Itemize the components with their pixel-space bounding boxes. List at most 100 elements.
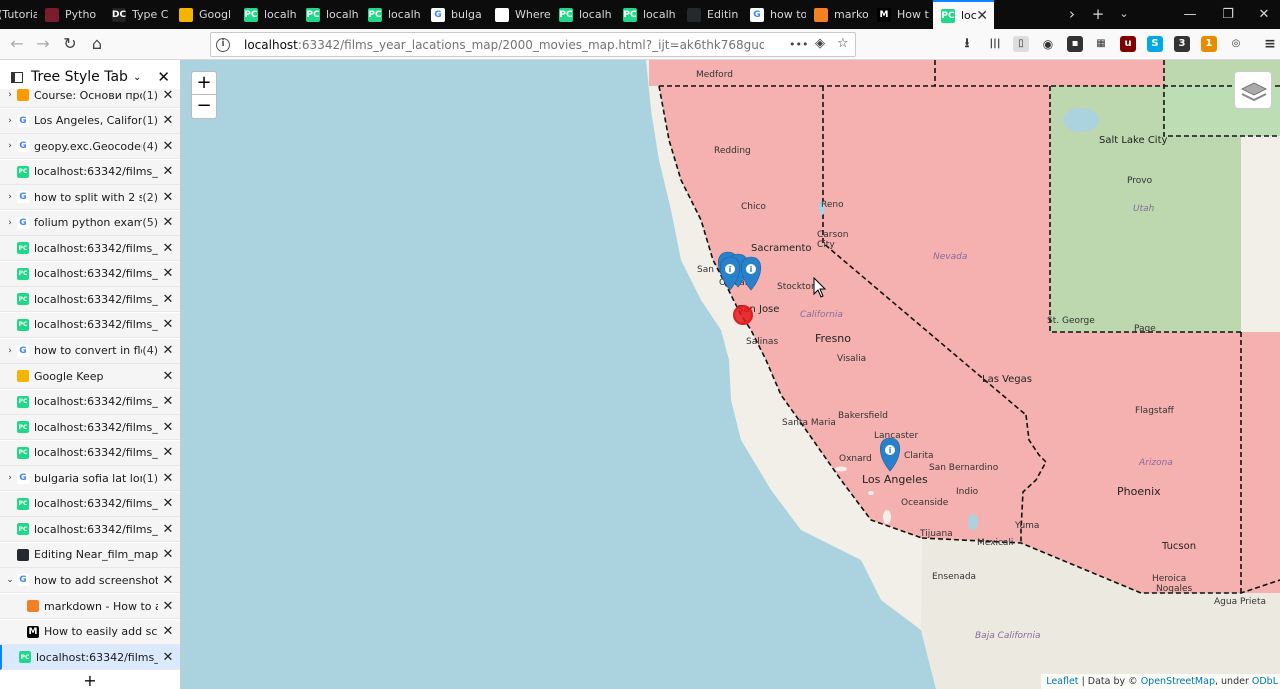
tree-tab-item[interactable]: PC localhost:63342/films_year✕ [0,287,180,313]
close-tab-icon[interactable]: ✕ [160,292,176,307]
tree-tab-item[interactable]: PC localhost:63342/films_year✕ [0,312,180,338]
close-window-button[interactable]: ✕ [1246,0,1280,29]
new-tab-button[interactable]: + [1087,4,1109,24]
new-tab-button[interactable]: + [0,673,180,689]
browser-tab[interactable]: PC localh [236,0,298,29]
close-tab-icon[interactable]: ✕ [160,89,176,103]
minimize-button[interactable]: — [1172,0,1208,29]
close-tab-icon[interactable]: ✕ [160,471,176,486]
expand-twisty-icon[interactable]: › [3,346,17,356]
tree-tab-item[interactable]: Editing Near_film_map/RE✕ [0,542,180,568]
browser-tab[interactable]: Pytho [37,0,104,29]
tree-tab-item[interactable]: PC localhost:63342/films_year✕ [0,415,180,441]
close-tab-icon[interactable]: ✕ [976,8,988,24]
tree-tab-item[interactable]: Google Keep ✕ [0,364,180,390]
tree-tab-item[interactable]: PC localhost:63342/films_year✕ [0,159,180,185]
close-tab-icon[interactable]: ✕ [160,317,176,332]
tree-tab-item[interactable]: ›G Los Angeles, California,(1)✕ [0,108,180,134]
close-tab-icon[interactable]: ✕ [160,190,176,205]
close-tab-icon[interactable]: ✕ [160,573,176,588]
openstreetmap-link[interactable]: OpenStreetMap [1141,676,1215,687]
close-tab-icon[interactable]: ✕ [160,547,176,562]
tree-tab-item[interactable]: PC localhost:63342/films_year✕ [0,517,180,543]
account-icon[interactable]: ◉ [1040,36,1056,52]
chevron-down-icon[interactable]: ⌄ [133,72,141,83]
extension-icon[interactable]: ▦ [1093,36,1109,52]
zoom-in-button[interactable]: + [191,71,217,95]
tree-tab-item[interactable]: PC localhost:63342/films_year✕ [0,261,180,287]
tree-tab-item[interactable]: PC localhost:63342/films_year✕ [0,236,180,262]
close-tab-icon[interactable]: ✕ [160,496,176,511]
close-tab-icon[interactable]: ✕ [160,241,176,256]
tree-tab-item[interactable]: PC localhost:63342/films_year✕ [0,645,180,671]
browser-tab[interactable]: Gbulga [423,0,487,29]
close-tab-icon[interactable]: ✕ [160,522,176,537]
map-view[interactable]: Medford Redding Chico Reno Carson City S… [181,60,1280,689]
circle-marker[interactable] [733,305,753,325]
marker-pin[interactable]: i [740,256,762,291]
browser-tab[interactable]: Editin [679,0,742,29]
leaflet-link[interactable]: Leaflet [1046,676,1078,687]
library-icon[interactable]: ||| [987,36,1003,52]
tree-tab-item[interactable]: ›Ggeopy.exc.GeocoderQu(4)✕ [0,134,180,160]
close-tab-icon[interactable]: ✕ [160,650,176,665]
browser-tab[interactable]: PC loc ✕ [933,0,994,29]
browser-tab[interactable]: Googl [171,0,236,29]
site-info-icon[interactable]: i [216,37,230,52]
reload-button[interactable]: ↻ [58,33,82,55]
tree-tab-item[interactable]: ›Ghow to convert in float(4)✕ [0,338,180,364]
list-all-tabs-icon[interactable]: ⌄ [1113,4,1135,24]
browser-tab[interactable]: PC localh [615,0,679,29]
browser-tab[interactable]: PC localh [360,0,423,29]
tree-tab-item[interactable]: › Course: Основи програ(1)✕ [0,89,180,108]
close-tab-icon[interactable]: ✕ [160,343,176,358]
close-tab-icon[interactable]: ✕ [160,139,176,154]
odbl-link[interactable]: ODbL [1252,676,1278,687]
close-tab-icon[interactable]: ✕ [160,394,176,409]
sidebar-title[interactable]: Tree Style Tab [31,69,128,85]
extension-badge-icon[interactable]: 1 [1201,36,1217,52]
zoom-out-button[interactable]: − [191,95,217,119]
close-tab-icon[interactable]: ✕ [160,113,176,128]
expand-twisty-icon[interactable]: ⌄ [3,575,17,585]
extension-icon[interactable]: ▪ [1067,36,1083,52]
downloads-icon[interactable]: ⭳ [959,36,975,52]
tree-tab-item[interactable]: M How to easily add scree✕ [0,619,180,645]
tree-tab-item[interactable]: ›Ghow to split with 2 symb(2)✕ [0,185,180,211]
marker-pin[interactable]: i [879,437,901,472]
close-sidebar-icon[interactable]: ✕ [157,68,170,86]
expand-twisty-icon[interactable]: › [3,141,17,151]
pocket-icon[interactable]: ◈ [815,36,825,51]
forward-button[interactable]: → [31,33,55,55]
tree-tab-item[interactable]: ›Gfolium python example(5)✕ [0,210,180,236]
back-button[interactable]: ← [5,33,29,55]
close-tab-icon[interactable]: ✕ [160,599,176,614]
home-button[interactable]: ⌂ [85,33,109,55]
close-tab-icon[interactable]: ✕ [160,266,176,281]
expand-twisty-icon[interactable]: › [3,192,17,202]
browser-tab[interactable]: M How t [869,0,933,29]
tree-tab-item[interactable]: PC localhost:63342/films_year✕ [0,389,180,415]
browser-tab[interactable]: marko [806,0,869,29]
tree-tab-item[interactable]: PC localhost:63342/films_year✕ [0,491,180,517]
tree-tab-item[interactable]: markdown - How to add✕ [0,594,180,619]
tab-scroll-right-icon[interactable]: › [1061,4,1083,24]
ublock-icon[interactable]: u [1120,36,1136,52]
expand-twisty-icon[interactable]: › [3,116,17,126]
page-actions-button[interactable]: ••• [789,38,808,51]
close-tab-icon[interactable]: ✕ [160,624,176,639]
close-tab-icon[interactable]: ✕ [160,445,176,460]
close-tab-icon[interactable]: ✕ [160,420,176,435]
expand-twisty-icon[interactable]: › [3,473,17,483]
url-text[interactable]: localhost:63342/films_year_lacations_map… [244,38,764,52]
browser-tab[interactable]: (Tutorial) C [0,0,37,29]
close-tab-icon[interactable]: ✕ [160,215,176,230]
bookmark-star-icon[interactable]: ☆ [837,36,849,51]
tree-tab-item[interactable]: ⌄Ghow to add screenshot in✕ [0,568,180,594]
close-tab-icon[interactable]: ✕ [160,164,176,179]
skype-icon[interactable]: S [1147,36,1163,52]
sidebar-toggle-icon[interactable]: ▯ [1013,36,1029,52]
tree-tab-item[interactable]: › Gbulgaria sofia lat long (1) ✕ [0,466,180,492]
close-tab-icon[interactable]: ✕ [160,369,176,384]
browser-tab[interactable]: PC localh [551,0,615,29]
